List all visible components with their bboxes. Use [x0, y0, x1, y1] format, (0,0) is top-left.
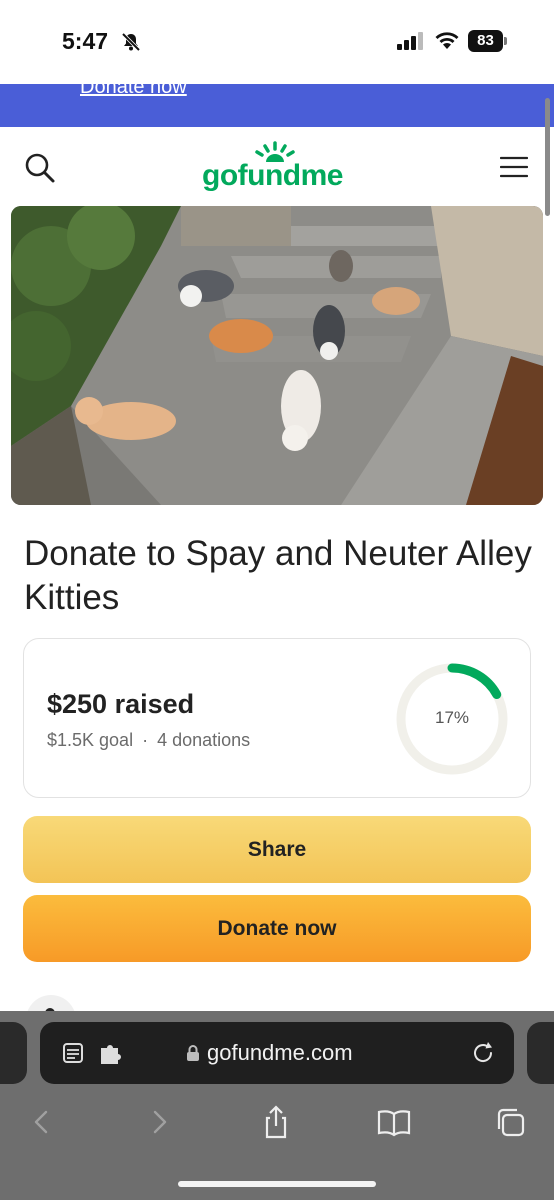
donate-now-button[interactable]: Donate now	[23, 895, 531, 962]
home-indicator[interactable]	[178, 1181, 376, 1187]
bell-muted-icon	[121, 32, 141, 52]
amount-raised: $250 raised	[47, 689, 195, 719]
meta-separator: ·	[142, 730, 149, 750]
hamburger-menu-icon[interactable]	[500, 155, 528, 179]
url-text[interactable]: gofundme.com	[207, 1040, 353, 1066]
battery-indicator: 83	[468, 30, 508, 52]
bookmarks-book-icon[interactable]	[377, 1104, 411, 1140]
address-bar[interactable]: gofundme.com	[40, 1022, 514, 1084]
page-menu-extensions-icon[interactable]	[63, 1042, 121, 1066]
next-tab-peek[interactable]	[527, 1022, 554, 1084]
donation-count[interactable]: 4 donations	[157, 730, 250, 750]
campaign-photo	[11, 206, 543, 505]
search-icon[interactable]	[24, 152, 56, 184]
campaign-title: Donate to Spay and Neuter Alley Kitties	[24, 534, 532, 617]
reload-icon[interactable]	[471, 1041, 495, 1065]
cellular-signal-icon	[397, 32, 423, 50]
battery-level: 83	[468, 30, 503, 52]
share-button[interactable]: Share	[23, 816, 531, 883]
donate-banner: Donate now	[0, 84, 554, 127]
banner-donate-link[interactable]: Donate now	[80, 84, 187, 99]
back-chevron-icon[interactable]	[24, 1104, 58, 1140]
share-sheet-icon[interactable]	[259, 1104, 293, 1140]
forward-chevron-icon[interactable]	[143, 1104, 177, 1140]
browser-toolbar	[0, 1098, 554, 1150]
cats-on-steps-image	[11, 206, 543, 505]
goal-amount: $1.5K goal	[47, 730, 134, 750]
tabs-overview-icon[interactable]	[494, 1104, 528, 1140]
site-header: gofundme	[0, 127, 554, 205]
previous-tab-peek[interactable]	[0, 1022, 27, 1084]
logo-text: gofundme	[202, 159, 343, 192]
progress-card: $250 raised $1.5K goal · 4 donations 17%	[23, 638, 531, 798]
goal-and-donations: $1.5K goal · 4 donations	[47, 730, 250, 751]
status-time: 5:47	[62, 28, 109, 54]
status-bar: 5:47 83	[0, 0, 554, 84]
page-scrollbar[interactable]	[545, 98, 550, 216]
gofundme-logo[interactable]: gofundme	[196, 141, 356, 197]
progress-percent: 17%	[434, 708, 470, 727]
wifi-icon	[435, 32, 459, 49]
lock-icon	[187, 1045, 199, 1061]
